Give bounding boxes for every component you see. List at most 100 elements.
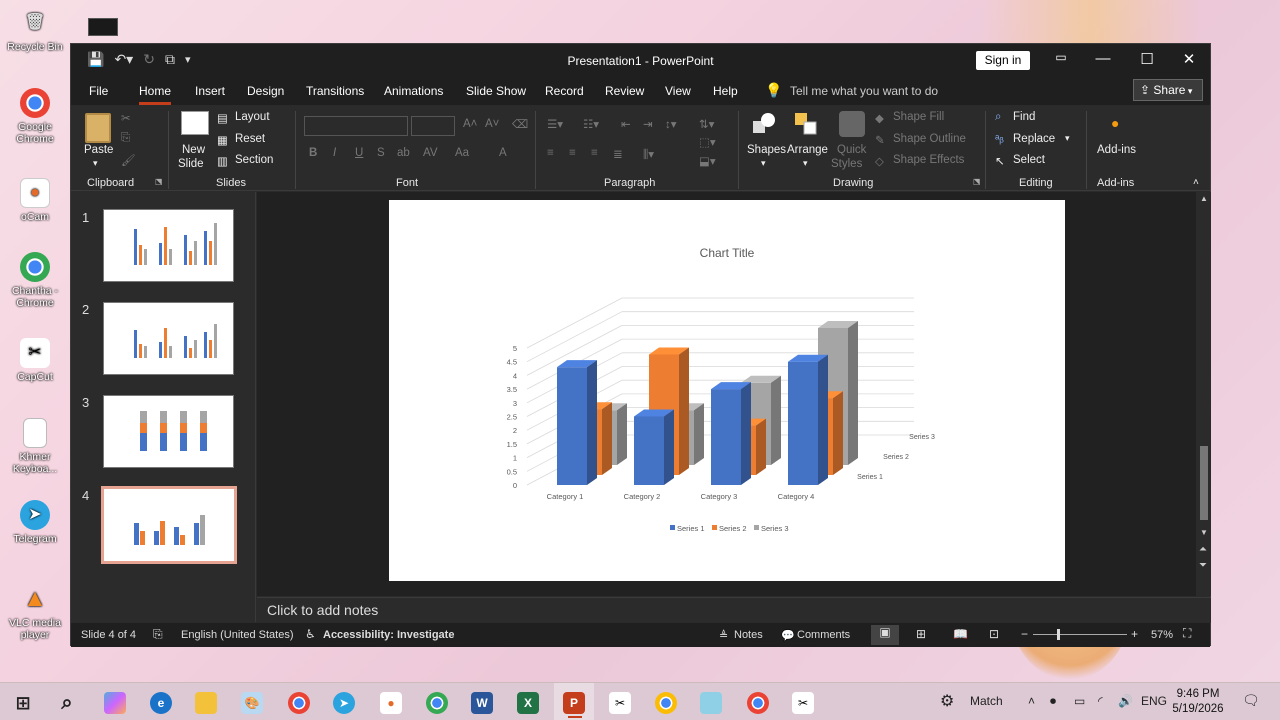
- tab-transitions[interactable]: Transitions: [306, 84, 364, 98]
- clear-format-icon[interactable]: ⌫: [512, 117, 528, 131]
- text-direction-icon[interactable]: ⇅▾: [699, 117, 714, 131]
- line-spacing-icon[interactable]: ↕▾: [665, 117, 677, 131]
- edge-icon[interactable]: e: [150, 692, 172, 714]
- volume-icon[interactable]: 🔊: [1118, 694, 1133, 708]
- previous-slide-icon[interactable]: ⏶: [1199, 544, 1207, 555]
- normal-view-icon[interactable]: ▣: [871, 625, 899, 645]
- arrange-dropdown-icon[interactable]: ▾: [803, 158, 808, 169]
- scroll-up-icon[interactable]: ▲: [1200, 194, 1208, 203]
- next-slide-icon[interactable]: ⏷: [1199, 560, 1207, 571]
- new-slide-label-2[interactable]: Slide: [178, 158, 204, 170]
- word-icon[interactable]: W: [471, 692, 493, 714]
- desktop-icon-capcut[interactable]: ✂ CapCut: [4, 338, 66, 383]
- chrome-taskbar-icon-2[interactable]: [655, 692, 677, 714]
- font-size-box[interactable]: [411, 116, 455, 136]
- slide-thumbnail-2[interactable]: [103, 302, 234, 375]
- tab-design[interactable]: Design: [247, 84, 284, 98]
- telegram-taskbar-icon[interactable]: ➤: [333, 692, 355, 714]
- shape-outline-button[interactable]: Shape Outline: [893, 133, 966, 145]
- slide-show-icon[interactable]: ⊡: [989, 627, 999, 641]
- replace-dropdown-icon[interactable]: ▾: [1065, 133, 1070, 144]
- notes-pane[interactable]: Click to add notes: [257, 597, 1211, 623]
- desktop-icon-telegram[interactable]: ➤ Telegram: [4, 500, 66, 545]
- input-language[interactable]: ENG: [1141, 694, 1167, 708]
- zoom-slider-thumb[interactable]: [1057, 629, 1060, 640]
- vertical-scrollbar[interactable]: ▲ ▼ ⏶ ⏷: [1197, 192, 1211, 596]
- desktop-icon-recycle-bin[interactable]: 🗑 Recycle Bin: [4, 8, 66, 54]
- align-left-icon[interactable]: ≡: [547, 147, 554, 159]
- capcut-taskbar-icon-2[interactable]: ✂: [792, 692, 814, 714]
- reset-button[interactable]: Reset: [235, 133, 265, 145]
- columns-icon[interactable]: ⫼▾: [643, 147, 654, 162]
- add-ins-button[interactable]: Add-ins: [1097, 144, 1136, 156]
- capcut-taskbar-icon[interactable]: ✂: [609, 692, 631, 714]
- match-icon[interactable]: ⚙: [940, 691, 954, 711]
- desktop-icon-google-chrome[interactable]: Google Chrome: [4, 88, 66, 145]
- spacing-button[interactable]: AV: [423, 147, 438, 159]
- ocam-taskbar-icon[interactable]: ●: [380, 692, 402, 714]
- zoom-slider[interactable]: [1033, 629, 1127, 640]
- wifi-icon[interactable]: ◜: [1098, 694, 1103, 708]
- paste-icon[interactable]: [85, 113, 111, 143]
- shapes-dropdown-icon[interactable]: ▾: [761, 158, 766, 169]
- underline-button[interactable]: U: [355, 147, 363, 159]
- align-text-icon[interactable]: ⬚▾: [699, 135, 716, 149]
- desktop-window-thumbnail[interactable]: [88, 18, 118, 36]
- excel-icon[interactable]: X: [517, 692, 539, 714]
- smartart-icon[interactable]: ⬓▾: [699, 154, 716, 168]
- desktop-icon-khmer-keyboard[interactable]: Khmer Keyboa...: [4, 418, 66, 475]
- windows-start-icon[interactable]: ⊞: [12, 692, 34, 714]
- collapse-ribbon-icon[interactable]: ˄: [1193, 177, 1199, 188]
- italic-button[interactable]: I: [333, 147, 336, 159]
- tab-view[interactable]: View: [665, 84, 691, 98]
- tab-help[interactable]: Help: [713, 84, 738, 98]
- paste-dropdown-icon[interactable]: ▾: [93, 158, 98, 169]
- search-icon[interactable]: ⌕: [56, 692, 78, 714]
- drawing-launcher-icon[interactable]: ⬔: [973, 177, 981, 186]
- find-button[interactable]: Find: [1013, 111, 1035, 123]
- font-name-box[interactable]: [304, 116, 408, 136]
- align-right-icon[interactable]: ≡: [591, 147, 598, 159]
- comments-button[interactable]: Comments: [797, 629, 850, 641]
- shadow-button[interactable]: ab: [397, 147, 410, 159]
- paint-icon[interactable]: 🎨: [241, 692, 263, 714]
- ribbon-display-options-icon[interactable]: ▭: [1046, 50, 1076, 64]
- chart-3d-column[interactable]: Chart Title 0 0.5 1 1.5 2 2.5 3 3.5 4 4.5 5 Catego…: [389, 200, 1065, 581]
- zoom-out-icon[interactable]: −: [1021, 627, 1028, 641]
- add-ins-icon[interactable]: ●: [1111, 115, 1119, 131]
- powerpoint-icon[interactable]: P: [563, 692, 585, 714]
- copilot-icon[interactable]: [104, 692, 126, 714]
- scroll-down-icon[interactable]: ▼: [1200, 528, 1208, 537]
- sign-in-button[interactable]: Sign in: [976, 51, 1030, 70]
- select-button[interactable]: Select: [1013, 154, 1045, 166]
- replace-button[interactable]: Replace: [1013, 133, 1055, 145]
- slide-thumbnail-3[interactable]: [103, 395, 234, 468]
- clock[interactable]: 9:46 PM 5/19/2026: [1168, 687, 1228, 717]
- desktop-icon-chantha-chrome[interactable]: Chantha - Chrome: [4, 252, 66, 309]
- slide-thumbnail-1[interactable]: [103, 209, 234, 282]
- clipboard-launcher-icon[interactable]: ⬔: [155, 177, 163, 186]
- file-explorer-icon[interactable]: [195, 692, 217, 714]
- tab-insert[interactable]: Insert: [195, 84, 225, 98]
- align-center-icon[interactable]: ≡: [569, 147, 576, 159]
- new-slide-icon[interactable]: [181, 111, 209, 135]
- slide-thumbnail-4[interactable]: [101, 486, 237, 564]
- match-widget[interactable]: Match: [970, 694, 1003, 708]
- increase-indent-icon[interactable]: ⇥: [643, 117, 653, 131]
- increase-font-icon[interactable]: A˄: [463, 118, 477, 130]
- spelling-icon[interactable]: ⎘: [153, 627, 163, 642]
- tab-record[interactable]: Record: [545, 84, 584, 98]
- arrange-icon[interactable]: [793, 111, 819, 137]
- justify-icon[interactable]: ≣: [613, 147, 623, 161]
- bold-button[interactable]: B: [309, 147, 317, 159]
- desktop-icon-vlc[interactable]: ▲ VLC media player: [4, 584, 66, 642]
- zoom-in-icon[interactable]: +: [1131, 627, 1138, 641]
- minimize-icon[interactable]: —: [1088, 50, 1118, 67]
- notes-button[interactable]: Notes: [734, 629, 763, 641]
- chrome-taskbar-icon-3[interactable]: [747, 692, 769, 714]
- quick-styles-label-2[interactable]: Styles: [831, 158, 862, 170]
- format-painter-icon[interactable]: 🖌: [121, 153, 136, 167]
- tab-file[interactable]: File: [89, 84, 108, 98]
- decrease-font-icon[interactable]: A˅: [485, 118, 499, 130]
- close-icon[interactable]: ✕: [1174, 50, 1204, 68]
